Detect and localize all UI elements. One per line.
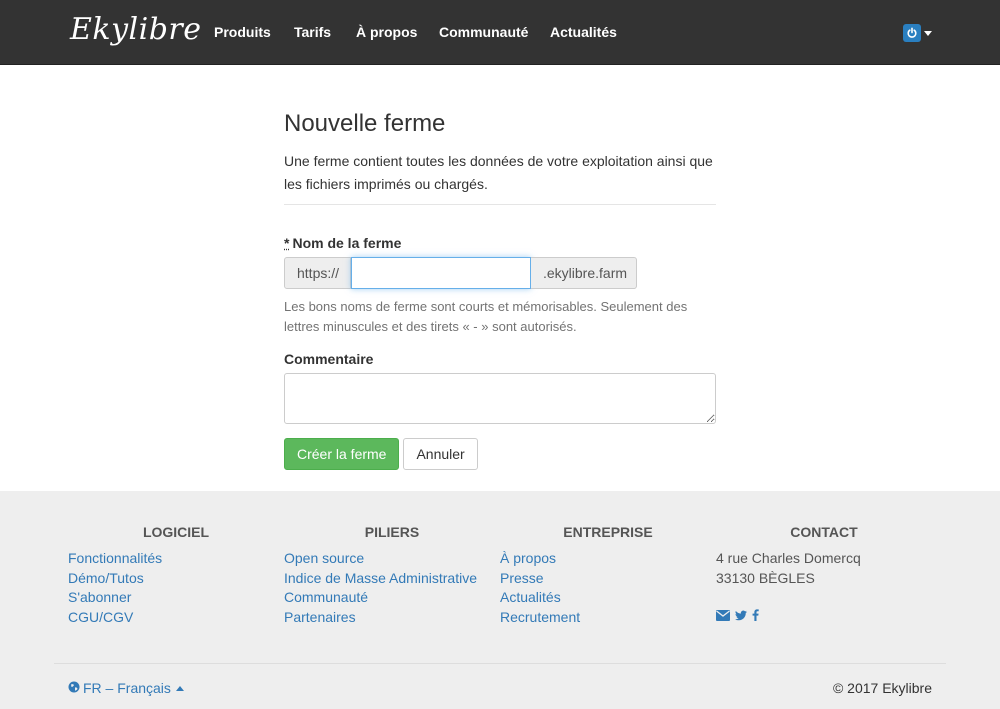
brand-logo[interactable]: Ekylibre — [70, 12, 202, 47]
footer-col-logiciel: LOGICIEL Fonctionnalités Démo/Tutos S'ab… — [68, 524, 284, 627]
comment-group: Commentaire — [284, 351, 716, 424]
footer-link-communaute[interactable]: Communauté — [284, 589, 368, 605]
social-links — [716, 608, 932, 626]
footer-heading: CONTACT — [790, 524, 858, 540]
address-line-1: 4 rue Charles Domercq — [716, 550, 861, 566]
farm-url-input-group: https:// .ekylibre.farm — [284, 257, 716, 289]
top-navbar: Ekylibre Produits Tarifs À propos Commun… — [0, 0, 1000, 65]
farm-name-input[interactable] — [351, 257, 531, 289]
footer-link-a-propos[interactable]: À propos — [500, 550, 556, 566]
farm-name-label-text: Nom de la ferme — [292, 235, 402, 251]
nav-link-a-propos[interactable]: À propos — [356, 24, 417, 40]
required-marker: * — [284, 235, 290, 251]
envelope-icon[interactable] — [716, 608, 730, 626]
globe-icon — [68, 680, 80, 696]
footer-link-indice-masse-administrative[interactable]: Indice de Masse Administrative — [284, 570, 477, 586]
footer-link-actualites[interactable]: Actualités — [500, 589, 561, 605]
address-line-2: 33130 BÈGLES — [716, 569, 815, 586]
nav-link-actualites[interactable]: Actualités — [550, 24, 617, 40]
page-footer: LOGICIEL Fonctionnalités Démo/Tutos S'ab… — [0, 491, 1000, 709]
new-farm-form: Nouvelle ferme Une ferme contient toutes… — [284, 110, 716, 470]
comment-label: Commentaire — [284, 351, 374, 367]
form-description: Une ferme contient toutes les données de… — [284, 153, 713, 192]
footer-link-cgu-cgv[interactable]: CGU/CGV — [68, 609, 133, 625]
nav-link-tarifs[interactable]: Tarifs — [294, 24, 331, 40]
farm-name-group: * Nom de la ferme https:// .ekylibre.farm… — [284, 235, 716, 337]
farm-name-label: * Nom de la ferme — [284, 235, 716, 251]
caret-down-icon — [924, 30, 932, 36]
footer-link-fonctionnalites[interactable]: Fonctionnalités — [68, 550, 162, 566]
language-label: FR – Français — [83, 680, 171, 696]
create-farm-button[interactable]: Créer la ferme — [284, 438, 400, 470]
footer-link-demo-tutos[interactable]: Démo/Tutos — [68, 570, 144, 586]
power-icon — [903, 24, 921, 42]
page-title: Nouvelle ferme — [284, 110, 446, 137]
user-menu-toggle[interactable] — [903, 24, 932, 42]
footer-heading: ENTREPRISE — [563, 524, 653, 540]
caret-up-icon — [175, 685, 184, 691]
footer-col-entreprise: ENTREPRISE À propos Presse Actualités Re… — [500, 524, 716, 627]
comment-textarea[interactable] — [284, 373, 716, 424]
footer-heading: LOGICIEL — [142, 524, 210, 540]
footer-link-sabonner[interactable]: S'abonner — [68, 589, 131, 605]
section-divider — [284, 204, 716, 205]
language-selector[interactable]: FR – Français — [68, 680, 184, 696]
cancel-button[interactable]: Annuler — [403, 438, 478, 470]
footer-heading: PILIERS — [364, 524, 420, 540]
footer-link-partenaires[interactable]: Partenaires — [284, 609, 356, 625]
footer-col-contact: CONTACT 4 rue Charles Domercq 33130 BÈGL… — [716, 524, 932, 627]
nav-link-produits[interactable]: Produits — [214, 24, 271, 40]
footer-divider — [54, 663, 946, 664]
twitter-icon[interactable] — [735, 608, 747, 626]
footer-columns: LOGICIEL Fonctionnalités Démo/Tutos S'ab… — [68, 524, 932, 627]
footer-link-presse[interactable]: Presse — [500, 570, 544, 586]
footer-col-piliers: PILIERS Open source Indice de Masse Admi… — [284, 524, 500, 627]
footer-link-recrutement[interactable]: Recrutement — [500, 609, 580, 625]
footer-link-open-source[interactable]: Open source — [284, 550, 364, 566]
url-prefix-addon: https:// — [284, 257, 351, 289]
facebook-icon[interactable] — [752, 608, 759, 626]
nav-link-communaute[interactable]: Communauté — [439, 24, 528, 40]
url-suffix-addon: .ekylibre.farm — [531, 257, 637, 289]
farm-name-help: Les bons noms de ferme sont courts et mé… — [284, 299, 688, 334]
copyright-text: © 2017 Ekylibre — [832, 680, 932, 696]
form-actions: Créer la ferme Annuler — [284, 438, 716, 470]
